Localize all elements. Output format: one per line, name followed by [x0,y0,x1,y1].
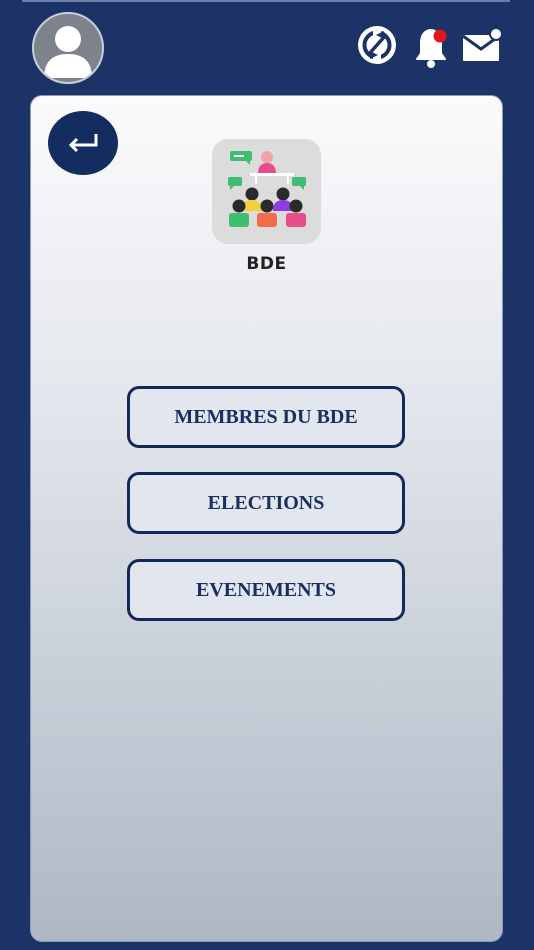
back-arrow-icon [68,134,98,153]
messages-button[interactable] [462,27,504,68]
user-avatar-icon [44,26,92,78]
meeting-group-icon [228,151,306,227]
sync-button[interactable] [357,24,397,71]
membres-du-bde-button[interactable]: MEMBRES DU BDE [127,386,405,448]
back-button[interactable] [48,111,118,175]
app-name: BDE [246,254,287,274]
sync-icon [358,26,396,64]
top-divider [22,0,510,2]
elections-button[interactable]: ELECTIONS [127,472,405,534]
bde-logo [212,139,321,244]
notification-badge [433,29,447,43]
evenements-button[interactable]: EVENEMENTS [127,559,405,621]
notifications-button[interactable] [412,26,452,75]
mail-icon [462,27,503,61]
user-avatar[interactable] [32,12,104,84]
bell-icon [416,29,447,68]
